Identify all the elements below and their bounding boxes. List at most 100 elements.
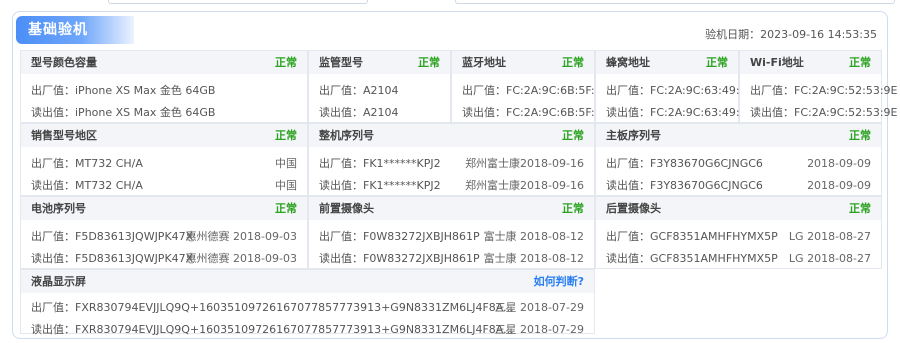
factory-origin: 惠州德赛 2018-09-03	[185, 230, 297, 243]
status-badge: 正常	[562, 202, 584, 215]
card-cellular: 蜂窝地址 正常 出厂值：FC:2A:9C:63:49:68 读出值：FC:2A:9…	[595, 50, 754, 124]
factory-row: 出厂值：F3Y83670G6CJNGC6 2018-09-09	[606, 153, 871, 175]
card-reg-model: 监管型号 正常 出厂值：A2104 读出值：A2104	[308, 50, 451, 123]
factory-row: 出厂值：iPhone XS Max 金色 64GB	[31, 80, 297, 102]
factory-value: iPhone XS Max 金色 64GB	[75, 84, 216, 97]
card-title: 主板序列号	[606, 129, 661, 142]
card-title: 蓝牙地址	[462, 56, 506, 69]
card-title: 后置摄像头	[606, 202, 661, 215]
read-label: 读出值：	[606, 179, 650, 192]
factory-row: 出厂值：FC:2A:9C:52:53:9E	[750, 80, 898, 102]
factory-date: 2018-09-09	[807, 157, 871, 170]
factory-label: 出厂值：	[319, 157, 363, 170]
card-rear-camera: 后置摄像头 正常 出厂值：GCF8351AMHFHYMX5P LG 2018-08-…	[595, 196, 882, 269]
read-label: 读出值：	[31, 252, 75, 265]
card-battery: 电池序列号 正常 出厂值：F5D83613JQWJPK47X 惠州德赛 2018-0…	[20, 196, 308, 269]
read-origin: 富士康 2018-08-12	[483, 252, 584, 265]
factory-origin: 郑州富士康2018-09-16	[465, 157, 584, 170]
factory-value: A2104	[363, 84, 399, 97]
inspection-date: 验机日期：2023-09-16 14:53:35	[705, 26, 877, 42]
factory-origin: 三星 2018-07-29	[494, 301, 584, 314]
read-label: 读出值：	[31, 323, 75, 336]
card-lcd: 液晶显示屏 如何判断? 出厂值：FXR830794EVJJLQ9Q+1603510…	[20, 269, 595, 336]
section-badge: 基础验机	[16, 16, 134, 44]
factory-row: 出厂值：GCF8351AMHFHYMX5P LG 2018-08-27	[606, 226, 871, 248]
status-badge: 正常	[849, 129, 871, 142]
factory-label: 出厂值：	[606, 230, 650, 243]
read-row: 读出值：FK1******KPJ2 郑州富士康2018-09-16	[319, 175, 584, 197]
card-front-camera: 前置摄像头 正常 出厂值：F0W83272JXBJH861P 富士康 2018-08…	[308, 196, 595, 269]
read-origin: 惠州德赛 2018-09-03	[185, 252, 297, 265]
read-origin: LG 2018-08-27	[788, 252, 871, 265]
factory-value: F5D83613JQWJPK47X	[75, 230, 194, 243]
factory-label: 出厂值：	[606, 84, 650, 97]
card-board-serial: 主板序列号 正常 出厂值：F3Y83670G6CJNGC6 2018-09-09 读…	[595, 123, 882, 196]
factory-row: 出厂值：FC:2A:9C:63:49:68	[606, 80, 754, 102]
how-to-judge-link[interactable]: 如何判断?	[534, 270, 584, 293]
read-row: 读出值：FC:2A:9C:63:49:68	[606, 102, 754, 124]
read-value: A2104	[363, 106, 399, 119]
read-label: 读出值：	[319, 179, 363, 192]
read-row: 读出值：A2104	[319, 102, 440, 124]
card-model-color: 型号颜色容量 正常 出厂值：iPhone XS Max 金色 64GB 读出值：i…	[20, 50, 308, 123]
factory-label: 出厂值：	[319, 230, 363, 243]
status-badge: 正常	[562, 56, 584, 69]
read-label: 读出值：	[462, 106, 506, 119]
read-value: F3Y83670G6CJNGC6	[650, 179, 763, 192]
factory-row: 出厂值：FXR830794EVJJLQ9Q+160351097261670778…	[31, 297, 584, 319]
read-label: 读出值：	[606, 252, 650, 265]
factory-row: 出厂值：F0W83272JXBJH861P 富士康 2018-08-12	[319, 226, 584, 248]
card-title: 液晶显示屏	[31, 275, 86, 288]
read-row: 读出值：F5D83613JQWJPK47X 惠州德赛 2018-09-03	[31, 248, 297, 270]
date-value: 2023-09-16 14:53:35	[760, 28, 877, 41]
read-label: 读出值：	[31, 106, 75, 119]
read-row: 读出值：GCF8351AMHFHYMX5P LG 2018-08-27	[606, 248, 871, 270]
status-badge: 正常	[849, 56, 871, 69]
card-title: 型号颜色容量	[31, 56, 97, 69]
factory-value: FC:2A:9C:52:53:9E	[794, 84, 898, 97]
status-badge: 正常	[706, 56, 728, 69]
read-row: 读出值：iPhone XS Max 金色 64GB	[31, 102, 297, 124]
factory-label: 出厂值：	[31, 230, 75, 243]
factory-value: FK1******KPJ2	[363, 157, 441, 170]
factory-value: MT732 CH/A	[75, 157, 143, 170]
read-label: 读出值：	[319, 106, 363, 119]
top-tab-stub	[108, 0, 368, 4]
status-badge: 正常	[849, 202, 871, 215]
factory-label: 出厂值：	[31, 84, 75, 97]
read-value: F5D83613JQWJPK47X	[75, 252, 194, 265]
read-value: FC:2A:9C:63:49:68	[650, 106, 754, 119]
factory-label: 出厂值：	[31, 301, 75, 314]
read-label: 读出值：	[606, 106, 650, 119]
factory-row: 出厂值：F5D83613JQWJPK47X 惠州德赛 2018-09-03	[31, 226, 297, 248]
card-title: 电池序列号	[31, 202, 86, 215]
factory-origin: LG 2018-08-27	[788, 230, 871, 243]
basic-inspection-panel: 基础验机 验机日期：2023-09-16 14:53:35 型号颜色容量 正常 出…	[12, 11, 898, 339]
read-value: FK1******KPJ2	[363, 179, 441, 192]
factory-value: F0W83272JXBJH861P	[363, 230, 480, 243]
factory-label: 出厂值：	[750, 84, 794, 97]
factory-origin: 中国	[275, 157, 297, 170]
read-row: 读出值：FXR830794EVJJLQ9Q+160351097261670778…	[31, 319, 584, 341]
read-date: 2018-09-09	[807, 179, 871, 192]
read-origin: 三星 2018-07-29	[494, 323, 584, 336]
read-row: 读出值：MT732 CH/A 中国	[31, 175, 297, 197]
factory-origin: 富士康 2018-08-12	[483, 230, 584, 243]
factory-row: 出厂值：MT732 CH/A 中国	[31, 153, 297, 175]
card-bluetooth: 蓝牙地址 正常 出厂值：FC:2A:9C:6B:5F:3D 读出值：FC:2A:9…	[451, 50, 610, 123]
card-sales-region: 销售型号地区 正常 出厂值：MT732 CH/A 中国 读出值：MT732 CH/A…	[20, 123, 308, 196]
factory-label: 出厂值：	[606, 157, 650, 170]
card-title: 监管型号	[319, 56, 363, 69]
read-label: 读出值：	[31, 179, 75, 192]
status-badge: 正常	[275, 56, 297, 69]
top-tab-stub	[455, 0, 895, 4]
status-badge: 正常	[275, 129, 297, 142]
read-value: iPhone XS Max 金色 64GB	[75, 106, 216, 119]
card-title: Wi-Fi地址	[750, 56, 804, 69]
read-value: F0W83272JXBJH861P	[363, 252, 480, 265]
card-title: 整机序列号	[319, 129, 374, 142]
date-label: 验机日期：	[705, 28, 761, 41]
factory-value: GCF8351AMHFHYMX5P	[650, 230, 778, 243]
read-row: 读出值：FC:2A:9C:52:53:9E	[750, 102, 898, 124]
card-serial: 整机序列号 正常 出厂值：FK1******KPJ2 郑州富士康2018-09-16…	[308, 123, 595, 196]
